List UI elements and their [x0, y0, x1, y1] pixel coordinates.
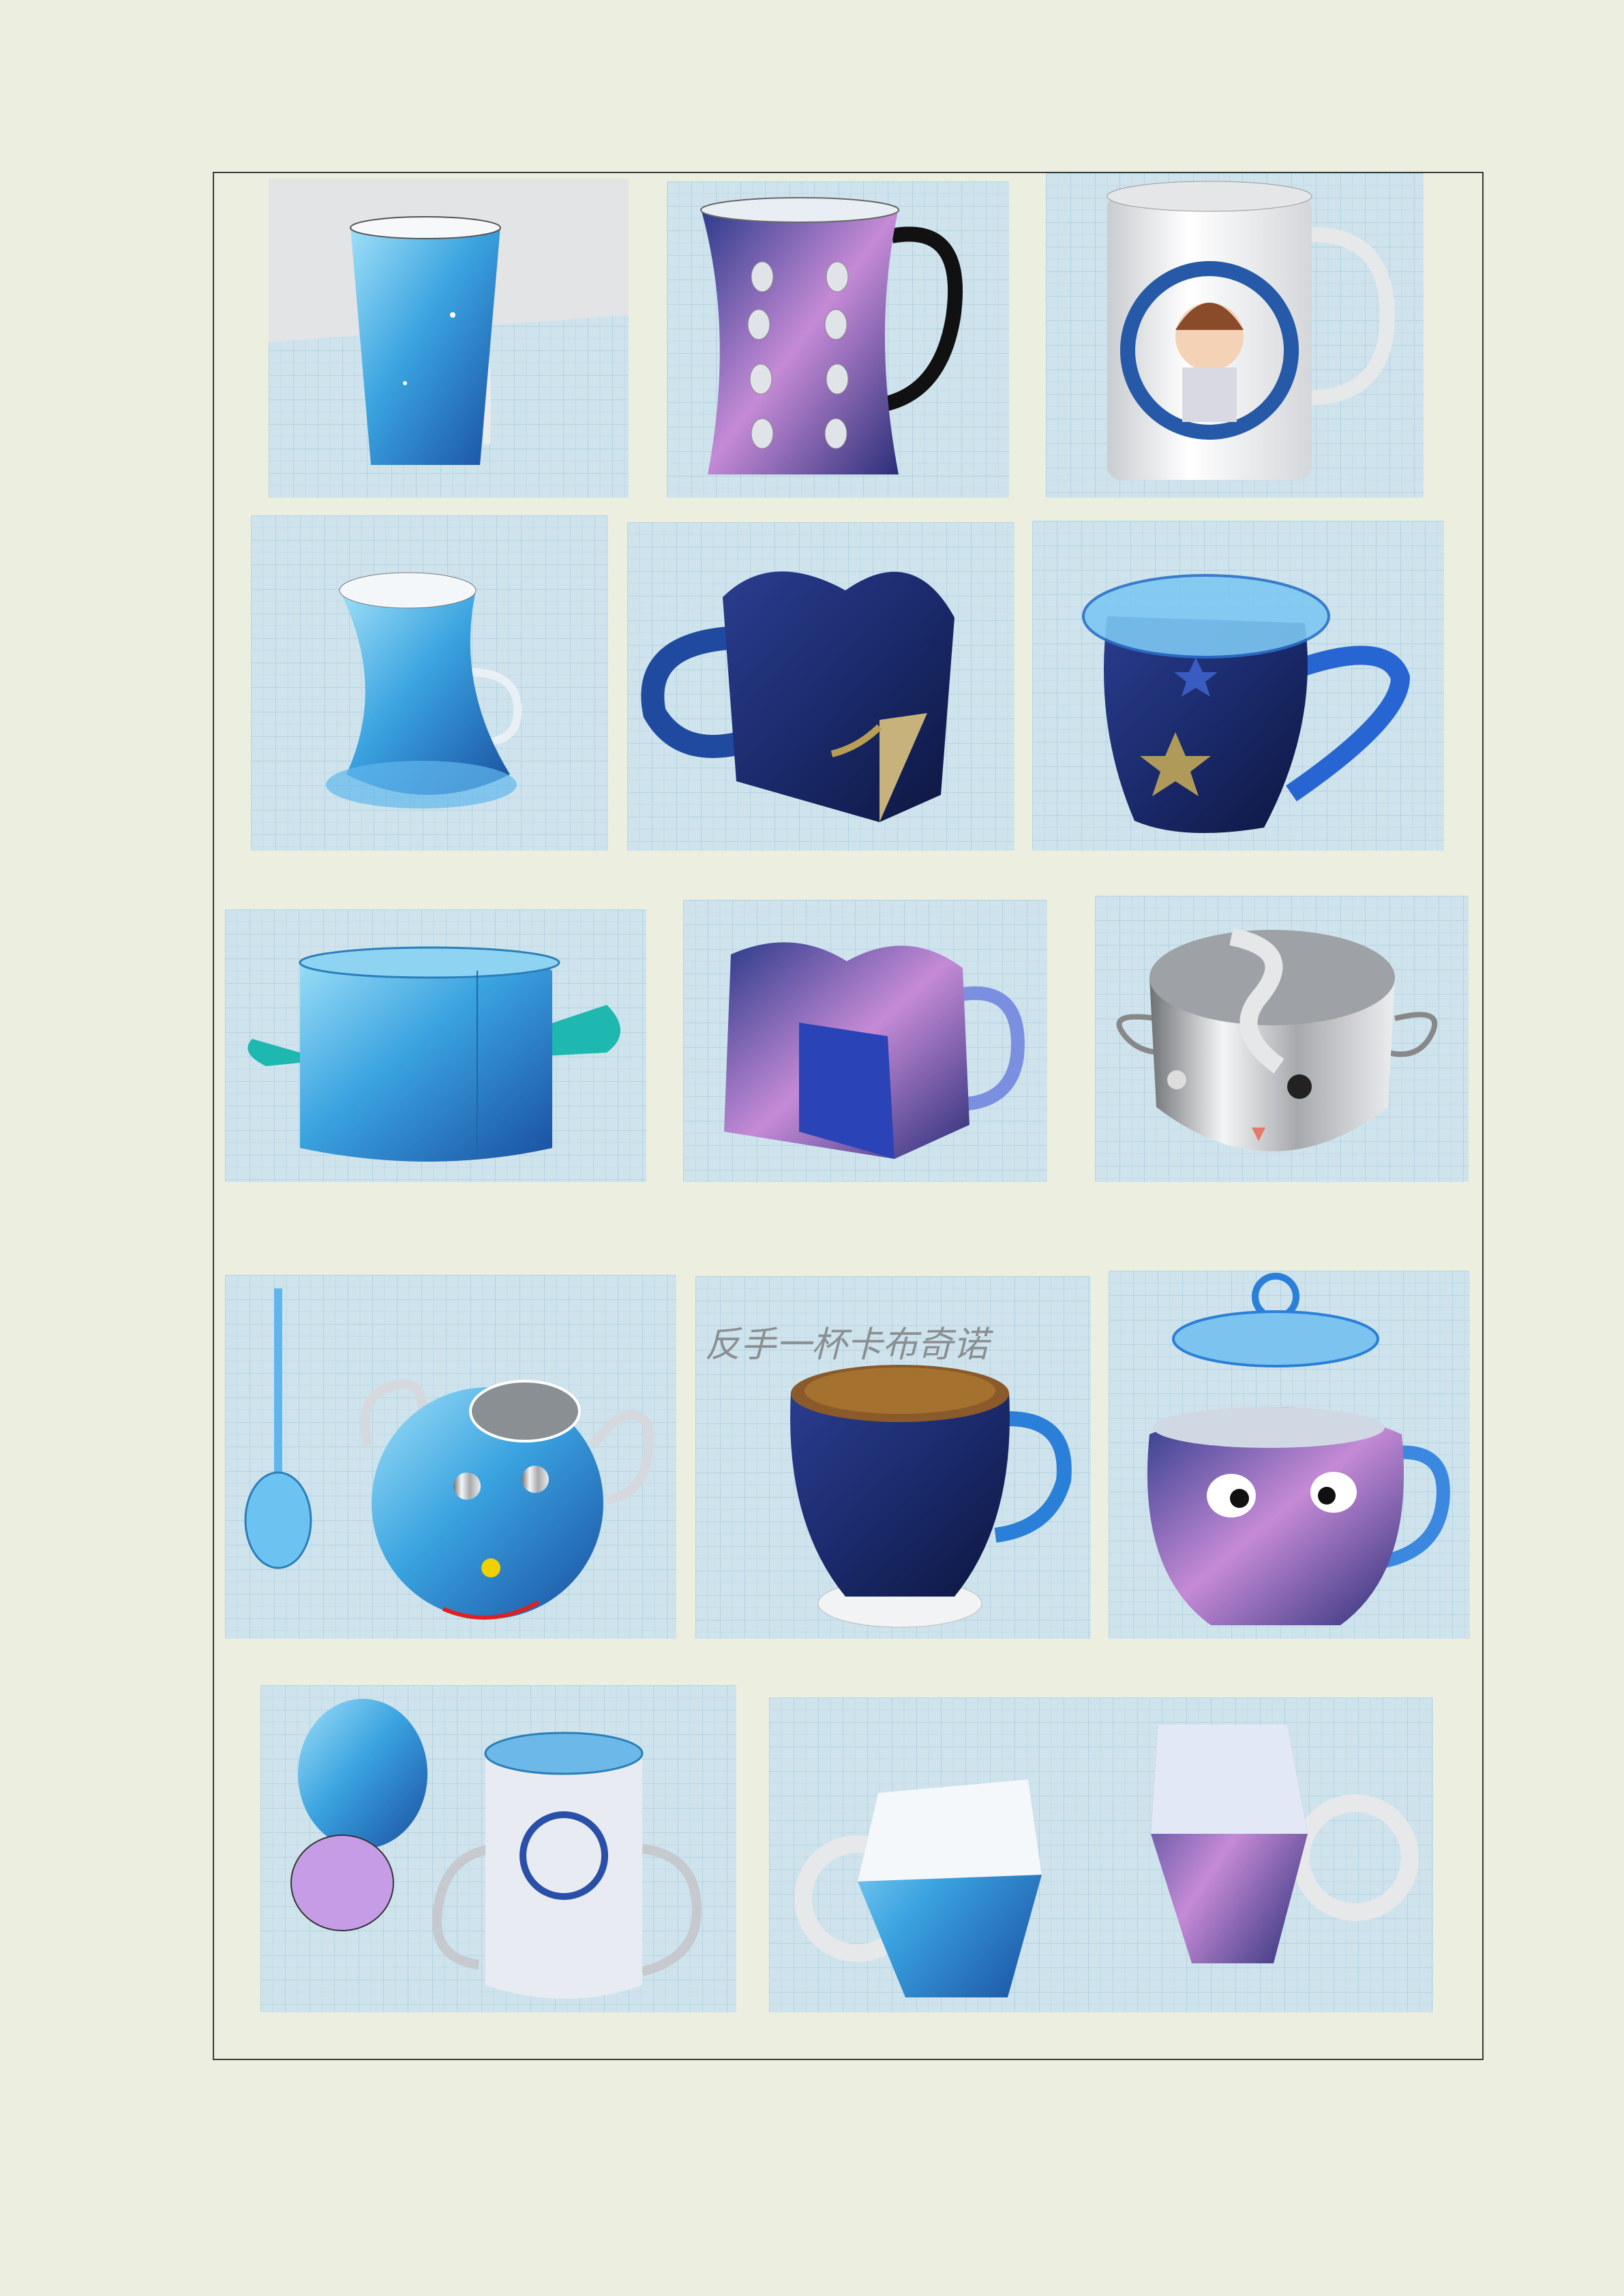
flower-cup-with-lid-icon [260, 1685, 736, 2012]
tall-tumbler-cup-icon [269, 179, 629, 498]
anime-print-mug-icon [1046, 173, 1424, 498]
coffee-cup-caption: 反手一杯卡布奇诺 [705, 1325, 994, 1365]
chrome-yin-yang-cup-icon [1095, 896, 1469, 1182]
flared-base-cup-icon [251, 515, 608, 851]
waisted-mug-with-holes-icon [667, 181, 1009, 498]
face-bowl-with-spoon-icon [225, 1275, 676, 1639]
hexagonal-mugs-pair-icon [769, 1697, 1433, 2012]
eyes-mug-with-lid-icon [1109, 1271, 1470, 1639]
coffee-cup-icon: 反手一杯卡布奇诺 [695, 1276, 1091, 1639]
lidded-star-mug-icon [1032, 521, 1444, 851]
heart-cup-with-wings-icon [225, 909, 646, 1182]
heart-shaped-mug-icon [627, 522, 1014, 851]
heart-galaxy-mug-icon [683, 900, 1047, 1182]
